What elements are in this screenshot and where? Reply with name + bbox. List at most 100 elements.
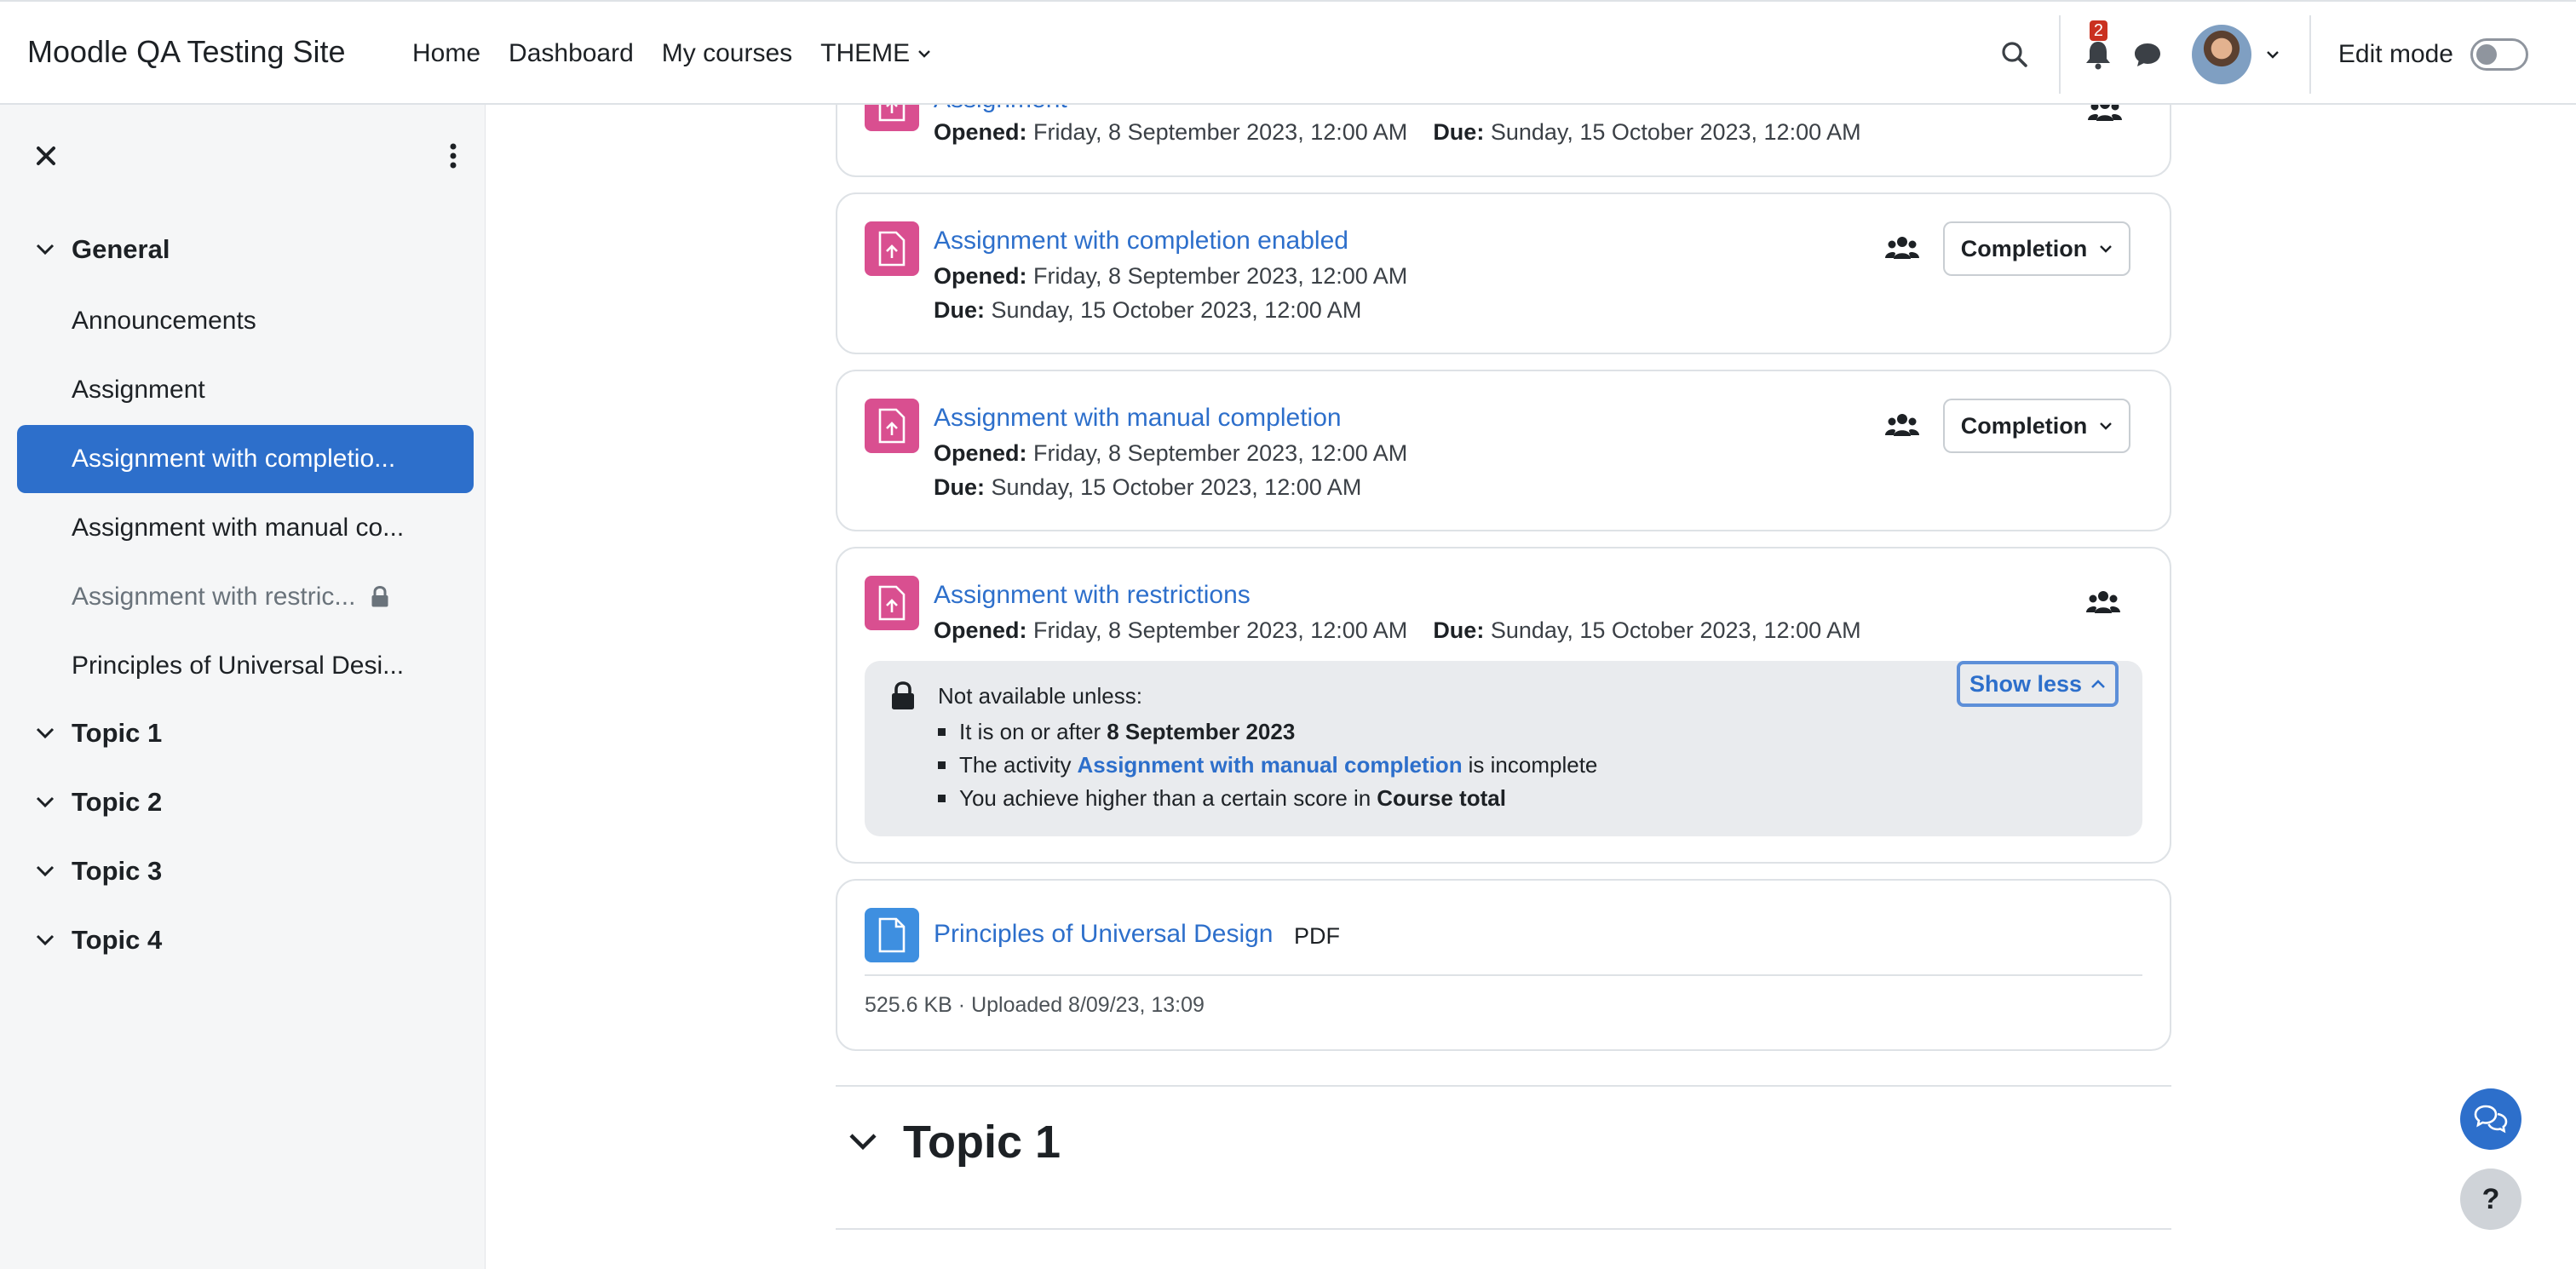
drawer-item-principles[interactable]: Principles of Universal Desi... <box>17 632 474 700</box>
activity-card-assignment-restrictions: Assignment with restrictions Opened: Fri… <box>836 547 2171 864</box>
chevron-down-icon <box>36 244 55 256</box>
file-meta: 525.6 KB · Uploaded 8/09/23, 13:09 <box>865 993 1205 1017</box>
drawer-item-announcements[interactable]: Announcements <box>17 287 474 355</box>
chevron-down-icon <box>849 1134 877 1151</box>
top-navbar: Moodle QA Testing Site Home Dashboard My… <box>0 0 2576 105</box>
drawer-item-assignment-completion[interactable]: Assignment with completio... <box>17 425 474 493</box>
activity-title-link[interactable]: Assignment with restrictions <box>934 581 1251 610</box>
group-mode-icon[interactable] <box>1885 235 1919 261</box>
drawer-item-assignment-restrictions[interactable]: Assignment with restric... <box>17 563 474 631</box>
close-drawer-button[interactable] <box>29 139 63 173</box>
drawer-section-topic-2[interactable]: Topic 2 <box>34 787 162 818</box>
drawer-item-label: Announcements <box>72 307 256 335</box>
restriction-item: The activity Assignment with manual comp… <box>938 749 1597 782</box>
avatar <box>2191 24 2251 84</box>
notification-count-badge: 2 <box>2089 20 2108 41</box>
due-label: Due: <box>1433 119 1485 145</box>
activity-due-line: Due: Sunday, 15 October 2023, 12:00 AM <box>934 297 1361 324</box>
drawer-options-button[interactable] <box>443 139 463 173</box>
navbar-divider <box>2309 14 2311 94</box>
due-label: Due: <box>1433 617 1485 643</box>
chevron-up-icon <box>2091 680 2105 688</box>
opened-date: Friday, 8 September 2023, 12:00 AM <box>1033 119 1408 145</box>
drawer-section-general[interactable]: General <box>34 234 170 265</box>
question-mark-icon: ? <box>2481 1182 2500 1215</box>
drawer-section-topic-4[interactable]: Topic 4 <box>34 925 162 956</box>
nav-my-courses[interactable]: My courses <box>662 39 792 68</box>
close-icon <box>37 146 55 165</box>
notifications-button[interactable]: 2 <box>2073 20 2124 80</box>
activity-title-link[interactable]: Assignment with manual completion <box>934 404 1342 433</box>
assignment-icon <box>865 221 919 276</box>
help-button[interactable]: ? <box>2460 1169 2521 1230</box>
lock-icon <box>890 681 916 715</box>
nav-home[interactable]: Home <box>412 39 480 68</box>
restriction-text: It is on or after <box>959 719 1101 744</box>
drawer-section-topic-3[interactable]: Topic 3 <box>34 856 162 887</box>
activity-title-link[interactable]: Principles of Universal Design <box>934 920 1274 949</box>
activity-opened-line: Opened: Friday, 8 September 2023, 12:00 … <box>934 440 1407 467</box>
drawer-item-label: Assignment with restric... <box>72 583 356 611</box>
edit-mode-switch[interactable]: Edit mode <box>2338 37 2528 71</box>
opened-date: Friday, 8 September 2023, 12:00 AM <box>1033 440 1408 466</box>
show-less-button[interactable]: Show less <box>1957 661 2119 707</box>
due-date: Sunday, 15 October 2023, 12:00 AM <box>1490 617 1861 643</box>
due-label: Due: <box>934 474 985 500</box>
opened-label: Opened: <box>934 440 1027 466</box>
restriction-text-tail: is incomplete <box>1468 752 1598 778</box>
restriction-activity-link[interactable]: Assignment with manual completion <box>1078 752 1463 778</box>
kebab-menu-icon <box>450 143 457 169</box>
chevron-down-icon <box>2267 50 2279 59</box>
due-date: Sunday, 15 October 2023, 12:00 AM <box>1490 119 1861 145</box>
group-mode-icon[interactable] <box>2086 589 2120 615</box>
chat-bubble-icon <box>2134 43 2160 66</box>
section-heading-topic-1[interactable]: Topic 1 <box>848 1116 1061 1169</box>
completion-dropdown-button[interactable]: Completion <box>1943 221 2130 276</box>
drawer-item-assignment-manual[interactable]: Assignment with manual co... <box>17 494 474 562</box>
navbar-divider <box>2058 14 2061 94</box>
due-date: Sunday, 15 October 2023, 12:00 AM <box>991 297 1362 323</box>
completion-dropdown-button[interactable]: Completion <box>1943 399 2130 453</box>
drawer-section-title: Topic 2 <box>72 787 163 817</box>
group-mode-icon[interactable] <box>1885 412 1919 438</box>
drawer-section-topic-1[interactable]: Topic 1 <box>34 718 162 749</box>
chevron-down-icon <box>36 934 55 946</box>
activity-card-assignment-manual: Assignment with manual completion Opened… <box>836 370 2171 531</box>
opened-label: Opened: <box>934 617 1027 643</box>
lock-icon <box>371 586 389 608</box>
restriction-text: You achieve higher than a certain score … <box>959 785 1371 811</box>
nav-theme-menu[interactable]: THEME <box>820 39 932 68</box>
restriction-grade-item: Course total <box>1377 785 1506 811</box>
chevron-down-icon <box>2100 422 2113 430</box>
messages-button[interactable] <box>2124 29 2171 80</box>
chevron-down-icon <box>918 50 931 58</box>
due-date: Sunday, 15 October 2023, 12:00 AM <box>991 474 1362 500</box>
chat-bubbles-icon <box>2474 1105 2508 1134</box>
opened-label: Opened: <box>934 263 1027 289</box>
drawer-section-title: Topic 3 <box>72 856 163 886</box>
drawer-item-assignment[interactable]: Assignment <box>17 356 474 424</box>
restriction-date: 8 September 2023 <box>1107 719 1296 744</box>
section-heading-label: Topic 1 <box>903 1117 1061 1168</box>
course-index-drawer: General Announcements Assignment Assignm… <box>0 105 486 1269</box>
edit-mode-toggle[interactable] <box>2470 37 2528 71</box>
restriction-item: You achieve higher than a certain score … <box>938 782 1597 815</box>
search-button[interactable] <box>1989 29 2040 80</box>
show-less-label: Show less <box>1969 670 2083 697</box>
activity-opened-line: Opened: Friday, 8 September 2023, 12:00 … <box>934 263 1407 290</box>
assignment-icon <box>865 399 919 453</box>
search-icon <box>2002 41 2027 67</box>
completion-label: Completion <box>1960 412 2088 439</box>
activity-title-link[interactable]: Assignment with completion enabled <box>934 227 1348 256</box>
chat-button[interactable] <box>2460 1088 2521 1150</box>
drawer-item-label: Assignment <box>72 376 205 404</box>
section-divider <box>836 1228 2171 1230</box>
nav-dashboard[interactable]: Dashboard <box>509 39 634 68</box>
nav-theme-label: THEME <box>820 39 911 67</box>
navbar-actions: 2 Edit mode <box>1989 2 2576 106</box>
due-label: Due: <box>934 297 985 323</box>
site-name[interactable]: Moodle QA Testing Site <box>27 34 346 70</box>
drawer-item-label: Assignment with manual co... <box>72 514 405 542</box>
user-menu[interactable] <box>2191 24 2280 84</box>
chevron-down-icon <box>36 727 55 739</box>
